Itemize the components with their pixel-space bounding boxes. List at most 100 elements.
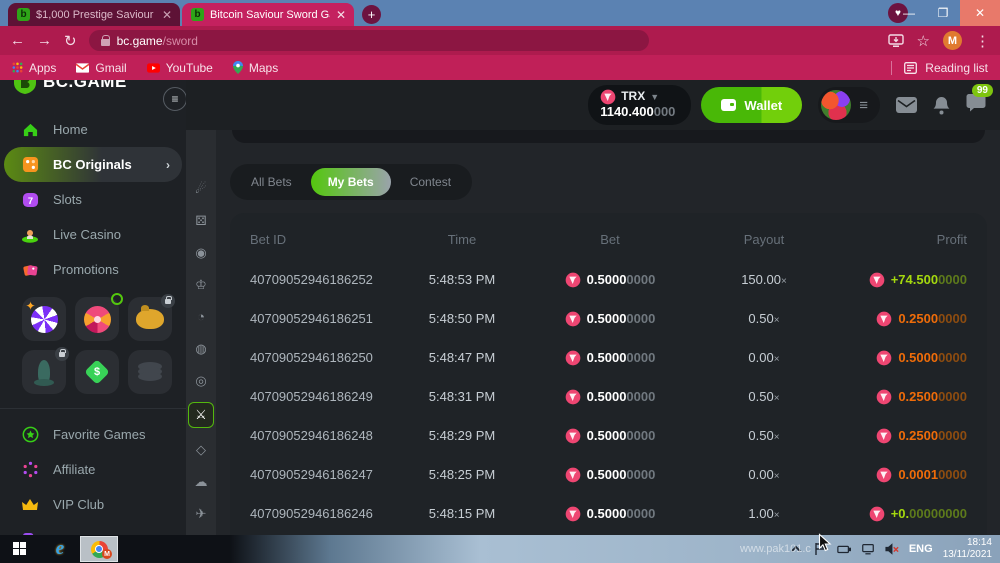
game-eye-icon[interactable]: ◇ [190, 439, 212, 460]
svg-text:7: 7 [27, 194, 32, 205]
profile-avatar[interactable]: M [943, 31, 962, 50]
sidebar-item-vip-club[interactable]: VIP Club [0, 487, 186, 522]
install-icon[interactable] [888, 34, 904, 48]
close-window-button[interactable]: ✕ [960, 0, 1000, 26]
mail-icon[interactable] [896, 97, 917, 113]
trx-coin-icon [876, 428, 892, 444]
sidebar-item-favorite-games[interactable]: Favorite Games [0, 417, 186, 452]
profile-menu[interactable]: ≡ [818, 87, 880, 123]
sidebar-item-bc-originals[interactable]: BC Originals › [4, 147, 182, 182]
payout-cell: 0.50× [696, 389, 832, 404]
bookmark-youtube[interactable]: YouTube [147, 61, 213, 75]
maximize-button[interactable]: ❐ [926, 0, 960, 26]
table-row[interactable]: 40709052946186247 5:48:25 PM 0.50000000 … [250, 455, 967, 494]
tab-close-icon[interactable]: ✕ [336, 8, 346, 22]
table-row[interactable]: 40709052946186252 5:48:53 PM 0.50000000 … [250, 260, 967, 299]
bcgame-logo[interactable]: BC.GAME [0, 80, 186, 94]
clock-time: 18:14 [943, 537, 992, 550]
sidebar-item-forum[interactable]: Forum [0, 522, 186, 535]
forward-icon[interactable]: → [37, 32, 52, 49]
sidebar-item-live-casino[interactable]: Live Casino [0, 217, 186, 252]
reload-icon[interactable]: ↻ [64, 32, 77, 50]
browser-tab-2[interactable]: b Bitcoin Saviour Sword Game - Pla ✕ [182, 3, 354, 26]
tab-my-bets[interactable]: My Bets [311, 168, 391, 196]
bookmark-gmail[interactable]: Gmail [76, 61, 126, 75]
browser-tab-1[interactable]: b $1,000 Prestige Saviour Sword Ch ✕ [8, 3, 180, 26]
battery-icon[interactable] [837, 542, 851, 556]
bet-id-cell: 40709052946186250 [250, 350, 400, 365]
tab-close-icon[interactable]: ✕ [162, 8, 172, 22]
tab-contest[interactable]: Contest [393, 168, 468, 196]
keyboard-language[interactable]: ENG [909, 543, 933, 555]
taskbar-clock[interactable]: 18:14 13/11/2021 [943, 537, 992, 562]
promo-piggy-bank-tile[interactable] [128, 297, 172, 341]
promo-lottery-tile[interactable] [22, 297, 66, 341]
promo-rocket-tile[interactable] [22, 350, 66, 394]
back-icon[interactable]: ← [10, 32, 25, 49]
sidebar-item-label: VIP Club [53, 497, 104, 512]
bet-amount-main: 0.5000 [587, 350, 627, 365]
sidebar-item-promotions[interactable]: Promotions [0, 252, 186, 287]
game-coinflip-icon[interactable]: ◉ [190, 242, 212, 263]
wallet-button[interactable]: Wallet [701, 87, 802, 123]
chrome-taskbar-button[interactable]: M [80, 536, 118, 562]
game-ring-icon[interactable]: ◍ [190, 338, 212, 359]
sidebar-collapse-button[interactable]: ≡ [163, 87, 186, 111]
table-row[interactable]: 40709052946186248 5:48:29 PM 0.50000000 … [250, 416, 967, 455]
profit-main: 0.2500 [898, 311, 938, 326]
bookmark-apps[interactable]: Apps [12, 61, 56, 75]
game-cloud-icon[interactable]: ☁ [190, 471, 212, 492]
bookmark-maps[interactable]: Maps [233, 61, 278, 75]
tab-all-bets[interactable]: All Bets [234, 168, 309, 196]
user-avatar[interactable] [821, 90, 851, 120]
bookmark-star-icon[interactable]: ☆ [917, 32, 930, 50]
address-bar[interactable]: bc.game/sword [89, 30, 649, 51]
table-row[interactable]: 40709052946186249 5:48:31 PM 0.50000000 … [250, 377, 967, 416]
chat-button[interactable]: 99 [966, 93, 986, 117]
game-keno-icon[interactable]: ♔ [190, 274, 212, 295]
game-bomb-icon[interactable]: ◎ [190, 370, 212, 391]
reading-list-label: Reading list [925, 61, 988, 75]
game-crash-icon[interactable]: ☄ [190, 178, 212, 199]
network-icon[interactable] [861, 542, 875, 556]
volume-muted-icon[interactable] [885, 542, 899, 556]
game-dice-icon[interactable]: ⚄ [190, 210, 212, 231]
table-row[interactable]: 40709052946186250 5:48:47 PM 0.50000000 … [250, 338, 967, 377]
profit-cell: 0.50000000 [832, 350, 967, 366]
bet-amount-dim: 0000 [626, 467, 655, 482]
reading-list-button[interactable]: Reading list [891, 61, 988, 75]
game-plinko-icon[interactable]: ◔ [190, 306, 212, 327]
sidebar-item-home[interactable]: Home [0, 112, 186, 147]
promo-dollar-tag-tile[interactable]: $ [75, 350, 119, 394]
bell-icon[interactable] [933, 96, 950, 115]
balance-display[interactable]: TRX ▼ 1140.400000 [588, 85, 691, 125]
internet-explorer-button[interactable]: e [40, 538, 80, 560]
payout-multiplier-sign: × [774, 393, 780, 404]
bcgame-shield-icon [14, 80, 36, 94]
windows-taskbar: e M www.pak101.c ENG 18:14 13/11/2021 [0, 535, 1000, 563]
start-button[interactable] [0, 542, 40, 556]
promo-spin-wheel-tile[interactable] [75, 297, 119, 341]
minimize-button[interactable]: — [892, 0, 926, 26]
bet-amount-dim: 0000 [626, 506, 655, 521]
balance-main: 1140.400 [600, 104, 654, 119]
main-content: All Bets My Bets Contest Bet ID Time Bet… [216, 130, 1000, 535]
trx-coin-icon [565, 389, 581, 405]
new-tab-button[interactable]: + [362, 5, 381, 24]
sidebar-item-affiliate[interactable]: Affiliate [0, 452, 186, 487]
payout-multiplier-sign: × [774, 471, 780, 482]
game-rocket-icon[interactable]: ✈ [190, 503, 212, 524]
sidebar-item-slots[interactable]: 7 Slots [0, 182, 186, 217]
screen: b $1,000 Prestige Saviour Sword Ch ✕ b B… [0, 0, 1000, 563]
table-row[interactable]: 40709052946186251 5:48:50 PM 0.50000000 … [250, 299, 967, 338]
payout-value: 1.00 [748, 506, 773, 521]
menu-dots-icon[interactable]: ⋮ [975, 32, 990, 50]
table-row[interactable]: 40709052946186246 5:48:15 PM 0.50000000 … [250, 494, 967, 533]
game-sword-icon[interactable]: ⚔ [188, 402, 214, 428]
trx-coin-icon [876, 311, 892, 327]
bet-amount-dim: 0000 [626, 389, 655, 404]
promo-coins-tile[interactable] [128, 350, 172, 394]
wallet-label: Wallet [744, 98, 782, 113]
game-rail: ☄ ⚄ ◉ ♔ ◔ ◍ ◎ ⚔ ◇ ☁ ✈ [186, 130, 216, 535]
trx-coin-icon [565, 467, 581, 483]
